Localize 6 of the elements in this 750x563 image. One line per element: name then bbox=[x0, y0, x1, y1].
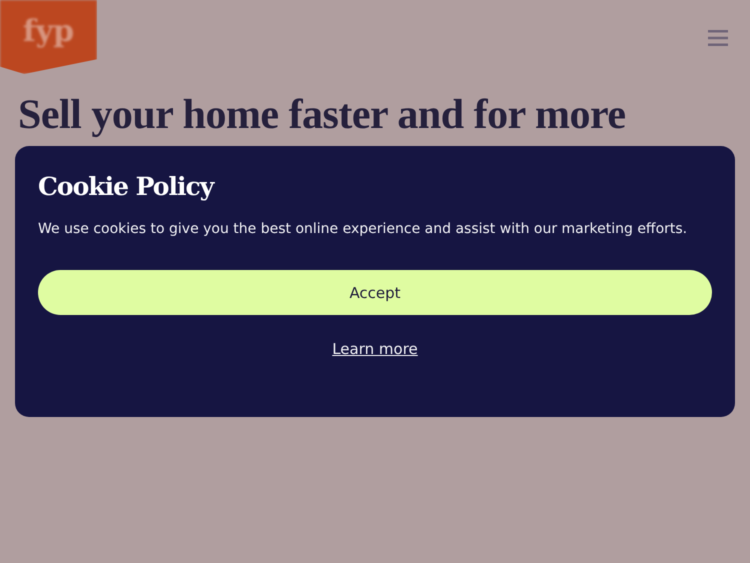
dialog-message: We use cookies to give you the best online experience and assist with our marketing efforts. bbox=[38, 221, 688, 237]
page-headline: Sell your home faster and for more bbox=[18, 92, 627, 138]
learn-more-link[interactable]: Learn more bbox=[332, 340, 418, 358]
menu-icon[interactable] bbox=[708, 29, 728, 47]
accept-button[interactable]: Accept bbox=[38, 270, 712, 315]
dialog-title: Cookie Policy bbox=[38, 172, 216, 201]
